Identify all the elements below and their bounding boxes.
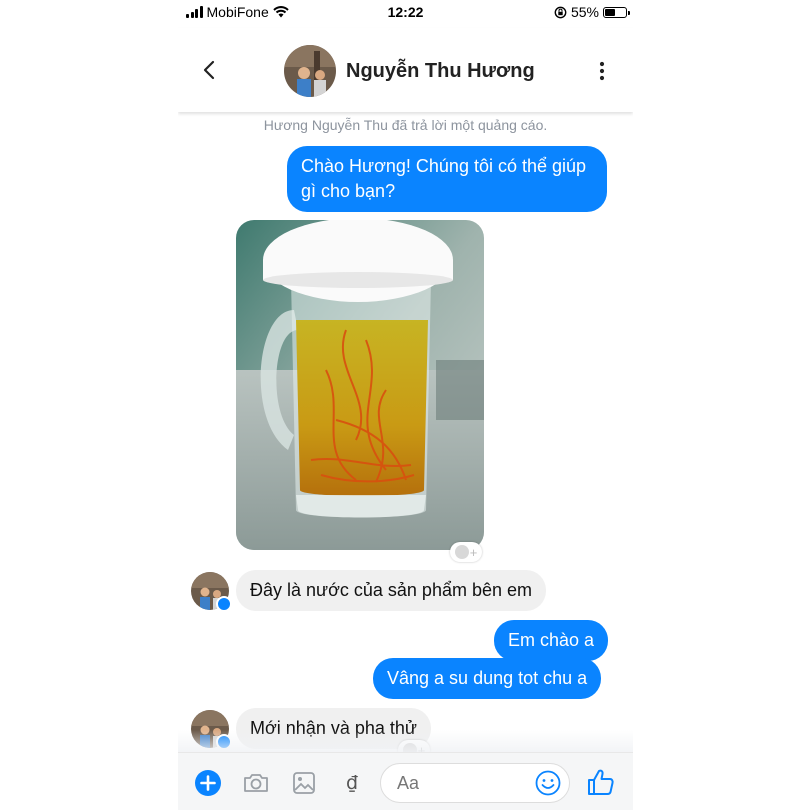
photo-message[interactable] [236,220,484,550]
message-bubble-incoming[interactable]: Đây là nước của sản phẩm bên em [236,570,546,611]
messenger-badge-icon [216,596,232,612]
emoji-icon[interactable] [535,770,561,796]
contact-name[interactable]: Nguyễn Thu Hương [346,60,535,83]
status-bar: MobiFone 12:22 55% [178,0,633,26]
thumbs-up-icon[interactable] [586,767,616,797]
message-bubble-outgoing[interactable]: Vâng a su dung tot chu a [373,658,602,699]
contact-avatar-small[interactable] [191,572,232,612]
svg-text:₫: ₫ [346,772,358,794]
avatar-photo [284,45,336,97]
more-vertical-icon[interactable] [597,60,607,82]
messenger-screen: MobiFone 12:22 55% Nguyễn Thu Hương Hươn… [178,0,633,810]
ad-reply-note: Hương Nguyễn Thu đã trả lời một quảng cá… [263,117,548,133]
message-bubble-outgoing[interactable]: Chào Hương! Chúng tôi có thể giúp gì cho… [287,146,607,212]
camera-icon[interactable] [242,769,270,797]
plus-icon[interactable] [194,769,222,797]
smiley-icon [454,545,469,559]
message-composer: ₫ [178,752,633,810]
battery-icon [603,6,630,18]
add-reaction-button[interactable]: + [450,542,482,562]
contact-avatar[interactable] [284,45,336,97]
message-input[interactable] [397,773,527,794]
message-input-wrapper [380,763,570,803]
message-bubble-outgoing[interactable]: Em chào a [494,620,609,661]
glass-mug-of-herbal-tea-icon [236,220,484,550]
gallery-icon[interactable] [290,769,318,797]
battery-level [605,8,616,16]
rotation-lock-icon [554,6,567,18]
battery-percent: 55% [570,4,599,20]
payment-dong-icon[interactable]: ₫ [338,769,366,797]
conversation-header: Nguyễn Thu Hương [178,28,633,112]
back-chevron-icon[interactable] [198,58,222,82]
